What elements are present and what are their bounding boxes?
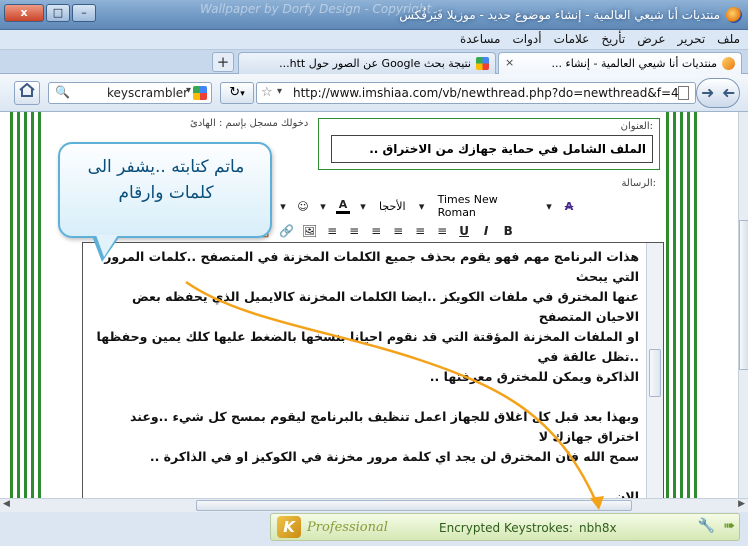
chevron-down-icon[interactable]: ▾ xyxy=(186,85,191,96)
menu-help[interactable]: مساعدة xyxy=(460,32,501,46)
chevron-down-icon[interactable]: ▾ xyxy=(276,200,290,213)
settings-wrench-icon[interactable]: 🔧 xyxy=(698,518,715,534)
maximize-window-button[interactable]: □ xyxy=(46,4,70,22)
reload-button[interactable]: ↻▾ xyxy=(220,82,254,104)
editor-scrollbar[interactable] xyxy=(646,243,663,498)
decorative-border-left xyxy=(10,112,42,498)
annotation-callout: ماتم كتابته ..يشفر الى كلمات وارقام xyxy=(58,142,272,238)
menu-bar: ملف تحرير عرض تأريخ علامات أدوات مساعدة xyxy=(0,30,748,50)
window-title: منتديات أنا شيعي العالمية - إنشاء موضوع … xyxy=(399,8,720,22)
title-section: العنوان: الملف الشامل في حماية جهازك من … xyxy=(318,118,660,170)
new-tab-button[interactable]: + xyxy=(212,52,234,72)
close-window-button[interactable]: x xyxy=(4,4,44,22)
editor-format-toolbar: 0 ▾ ☺ ▾ A ▾ الأحجا ▾ Times New Roman ▾ A xyxy=(256,192,576,220)
chevron-down-icon: ▾ xyxy=(240,89,245,99)
wallpaper-watermark: Wallpaper by Dorfy Design - Copyright xyxy=(200,2,432,16)
firefox-logo-icon xyxy=(726,7,742,23)
menu-tools[interactable]: أدوات xyxy=(513,32,542,46)
underline-icon[interactable]: U xyxy=(457,224,471,238)
reload-icon: ↻ xyxy=(229,85,241,100)
menu-history[interactable]: تأريخ xyxy=(601,32,625,46)
search-input[interactable]: keyscrambler xyxy=(107,86,188,100)
message-editor[interactable]: هذات البرنامج مهم فهو يقوم بحذف جميع الك… xyxy=(82,242,664,498)
menu-file[interactable]: ملف xyxy=(717,32,740,46)
page-icon xyxy=(678,86,689,100)
chevron-down-icon[interactable]: ▾ xyxy=(356,200,370,213)
minimize-window-button[interactable]: – xyxy=(72,4,96,22)
encrypted-keystrokes-label: Encrypted Keystrokes: xyxy=(439,521,573,535)
font-name-select[interactable]: Times New Roman xyxy=(435,192,536,220)
callout-tail-inner xyxy=(96,235,118,257)
tab-label: منتديات أنا شيعي العالمية - إنشاء ... xyxy=(551,57,717,70)
page-scroll-thumb[interactable] xyxy=(739,220,748,370)
keyscrambler-logo-icon[interactable]: K xyxy=(277,516,301,538)
search-box[interactable]: 🔍 keyscrambler ▾ xyxy=(48,82,212,104)
page-horizontal-scrollbar[interactable]: ◀ ▶ xyxy=(0,498,748,512)
align-center-icon[interactable]: ≡ xyxy=(413,224,427,238)
menu-view[interactable]: عرض xyxy=(637,32,665,46)
url-input[interactable]: http://www.imshiaa.com/vb/newthread.php?… xyxy=(293,86,686,100)
align-right-icon[interactable]: ≡ xyxy=(435,224,449,238)
google-favicon-icon xyxy=(476,57,489,70)
editor-paragraph-toolbar: 📋 🔗 🖼 ≡ ≡ ≡ ≡ ≡ ≡ U I B xyxy=(256,220,576,242)
indent-icon[interactable]: ≡ xyxy=(369,224,383,238)
numbered-list-icon[interactable]: ≡ xyxy=(325,224,339,238)
scroll-right-icon[interactable]: ▶ xyxy=(738,499,745,509)
align-left-icon[interactable]: ≡ xyxy=(391,224,405,238)
italic-icon[interactable]: I xyxy=(479,224,493,238)
close-tab-icon[interactable]: × xyxy=(505,56,514,69)
encrypted-keystrokes-value: nbh8x xyxy=(579,521,617,535)
image-icon[interactable]: 🖼 xyxy=(302,224,317,238)
menu-edit[interactable]: تحرير xyxy=(678,32,706,46)
scroll-left-icon[interactable]: ◀ xyxy=(3,499,10,509)
address-bar[interactable]: ☆ ▾ http://www.imshiaa.com/vb/newthread.… xyxy=(256,82,696,104)
bullet-list-icon[interactable]: ≡ xyxy=(347,224,361,238)
smiley-icon[interactable]: ☺ xyxy=(296,200,310,213)
search-icon: 🔍 xyxy=(55,85,70,99)
horizontal-scroll-thumb[interactable] xyxy=(196,500,632,511)
login-status: دخولك مسجل بإسم : الهادئ xyxy=(190,118,309,129)
status-bar: K Professional Encrypted Keystrokes: nbh… xyxy=(0,512,748,546)
title-label: العنوان: xyxy=(620,121,653,132)
tab-bar: + نتيجة بحث Google عن الصور حول htt... م… xyxy=(0,50,748,74)
tab-new-thread[interactable]: منتديات أنا شيعي العالمية - إنشاء ... × xyxy=(498,52,742,74)
font-size-select[interactable]: الأحجا xyxy=(376,199,409,214)
bookmark-star-icon[interactable]: ☆ xyxy=(261,85,273,100)
window-title-bar: x □ – Wallpaper by Dorfy Design - Copyri… xyxy=(0,0,748,30)
message-text[interactable]: هذات البرنامج مهم فهو يقوم بحذف جميع الك… xyxy=(89,247,639,498)
chevron-down-icon[interactable]: ▾ xyxy=(415,200,429,213)
text-color-icon[interactable]: A xyxy=(336,198,350,214)
bold-icon[interactable]: B xyxy=(501,224,515,238)
site-favicon-icon xyxy=(722,57,735,70)
forward-arrow-icon[interactable]: ➜ xyxy=(701,83,714,102)
google-engine-icon[interactable] xyxy=(193,86,207,100)
decorative-border-right xyxy=(666,112,698,498)
home-icon xyxy=(19,82,35,97)
page-vertical-scrollbar[interactable] xyxy=(738,112,748,498)
tab-label: نتيجة بحث Google عن الصور حول htt... xyxy=(279,57,471,70)
back-arrow-icon[interactable]: ➜ xyxy=(722,83,735,102)
chevron-down-icon[interactable]: ▾ xyxy=(316,200,330,213)
chevron-down-icon[interactable]: ▾ xyxy=(542,200,556,213)
link-icon[interactable]: 🔗 xyxy=(279,224,294,238)
remove-format-icon[interactable]: A xyxy=(562,200,576,213)
keyscrambler-edition: Professional xyxy=(307,520,388,535)
keyscrambler-bar: K Professional Encrypted Keystrokes: nbh… xyxy=(270,513,740,541)
title-input[interactable]: الملف الشامل في حماية جهازك من الاختراق … xyxy=(331,135,653,163)
message-label: الرسالة: xyxy=(621,178,656,189)
editor-scroll-thumb[interactable] xyxy=(649,349,661,397)
callout-text: ماتم كتابته ..يشفر الى كلمات وارقام xyxy=(87,157,245,203)
home-button[interactable] xyxy=(14,81,40,105)
back-forward-buttons: ➜ ➜ xyxy=(696,78,740,108)
chevron-down-icon[interactable]: ▾ xyxy=(277,86,282,97)
menu-bookmarks[interactable]: علامات xyxy=(554,32,590,46)
arrow-icon[interactable]: ➠ xyxy=(723,518,735,534)
navigation-toolbar: 🔍 keyscrambler ▾ ↻▾ ☆ ▾ http://www.imshi… xyxy=(0,74,748,112)
tab-google-images[interactable]: نتيجة بحث Google عن الصور حول htt... xyxy=(238,52,496,74)
